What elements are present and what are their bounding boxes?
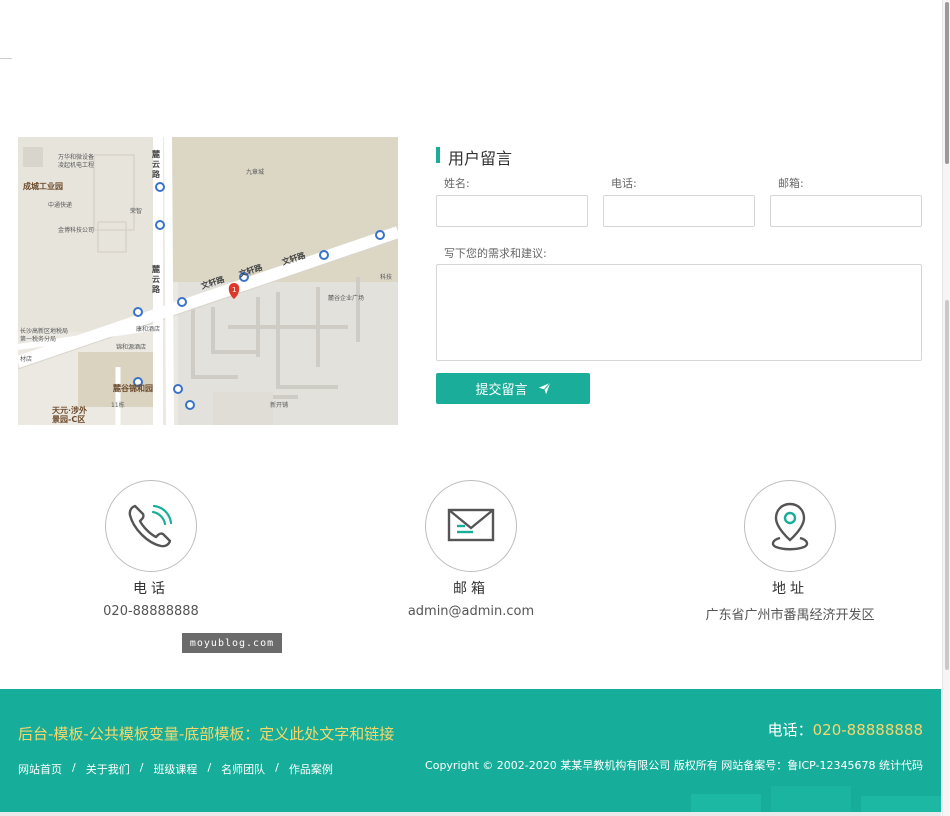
map-poi-label: 凌起机电工程 xyxy=(58,161,94,169)
map-area-label: 天元·涉外 xyxy=(52,405,87,415)
map-road-label: 麓 xyxy=(151,149,161,159)
footer-nav-separator: / xyxy=(207,761,212,774)
footer-nav-separator: / xyxy=(275,761,279,774)
map-poi-label: 第一税务分局 xyxy=(20,335,56,343)
map-poi-label: 麓谷企业广场 xyxy=(328,294,364,302)
map-road-label: 云 xyxy=(152,275,160,284)
footer-nav-separator: / xyxy=(139,761,144,774)
message-form: SAGE 用户留言 姓名: 电话: 邮箱: 写下您的需求和建议: 提交留言 xyxy=(436,137,922,404)
message-textarea[interactable] xyxy=(436,264,922,361)
footer-phone-number: 020-88888888 xyxy=(812,721,923,739)
name-label: 姓名: xyxy=(444,177,470,190)
contact-email-title: 邮箱 xyxy=(453,581,489,597)
contact-address-value: 广东省广州市番禺经济开发区 xyxy=(705,608,875,623)
mail-icon xyxy=(447,508,495,542)
map-poi-label: 11栋 xyxy=(111,401,125,409)
map-area-label: 麓谷锦和园 xyxy=(112,383,153,393)
send-icon xyxy=(538,382,551,395)
footer: 后台-模板-公共模板变量-底部模板：定义此处文字和链接 网站首页 / 关于我们 … xyxy=(0,689,941,816)
footer-link-courses[interactable]: 班级课程 xyxy=(153,761,197,777)
email-label: 邮箱: xyxy=(778,177,804,190)
contact-email-circle xyxy=(425,480,517,572)
footer-copyright: Copyright © 2002-2020 某某早教机构有限公司 版权所有 网站… xyxy=(425,759,923,772)
form-header: SAGE 用户留言 xyxy=(436,137,922,170)
map-marker-label: 1 xyxy=(232,286,236,294)
map-road-label: 路 xyxy=(152,169,161,179)
map-road-label: 云 xyxy=(152,160,160,169)
form-title: 用户留言 xyxy=(448,149,513,168)
footer-tagline[interactable]: 后台-模板-公共模板变量-底部模板：定义此处文字和链接 xyxy=(18,723,394,744)
phone-field[interactable] xyxy=(603,195,755,227)
submit-button[interactable]: 提交留言 xyxy=(436,373,590,404)
footer-link-home[interactable]: 网站首页 xyxy=(18,761,62,777)
contact-address: 地址 广东省广州市番禺经济开发区 xyxy=(670,480,910,623)
footer-nav: 网站首页 / 关于我们 / 班级课程 / 名师团队 / 作品案例 xyxy=(18,761,333,777)
message-label: 写下您的需求和建议: xyxy=(444,247,547,260)
bottom-divider xyxy=(0,812,941,816)
page-scrollbar[interactable] xyxy=(942,0,950,816)
map-canvas: 1 万华和微设备 凌起机电工程 中通快递 金博科技公司 荣智 麓谷企业广场 康和… xyxy=(18,137,398,425)
footer-phone-label: 电话： xyxy=(767,721,813,739)
map-poi-label: 材店 xyxy=(20,355,32,363)
footer-link-works[interactable]: 作品案例 xyxy=(289,761,333,777)
map-area-label: 景园-C区 xyxy=(52,414,85,424)
contact-email: 邮箱 admin@admin.com xyxy=(351,480,591,619)
accent-bar xyxy=(436,147,440,163)
contact-phone-title: 电话 xyxy=(133,581,169,597)
divider xyxy=(0,58,12,59)
map-area-label: 成城工业园 xyxy=(23,181,63,191)
map-poi-label: 锦和源酒店 xyxy=(116,343,146,351)
contact-phone: 电话 020-88888888 xyxy=(31,480,271,619)
map-poi-label: 九章城 xyxy=(246,168,264,176)
scrollbar-track-highlight xyxy=(945,300,949,670)
contact-email-value: admin@admin.com xyxy=(407,604,535,619)
footer-phone: 电话：020-88888888 xyxy=(768,719,923,740)
watermark: moyublog.com xyxy=(182,633,282,653)
submit-label: 提交留言 xyxy=(475,383,528,398)
contact-phone-value: 020-88888888 xyxy=(103,604,199,619)
name-field[interactable] xyxy=(436,195,588,227)
map-road-label: 麓 xyxy=(151,264,161,274)
email-field[interactable] xyxy=(770,195,922,227)
footer-nav-separator: / xyxy=(72,761,76,774)
location-pin-icon xyxy=(771,502,809,551)
map-poi-label: 金博科技公司 xyxy=(58,226,94,234)
map-poi-label: 荣智 xyxy=(130,207,142,215)
scrollbar-thumb[interactable] xyxy=(945,2,949,164)
phone-icon xyxy=(128,504,173,548)
contact-address-title: 地址 xyxy=(772,581,808,597)
phone-label: 电话: xyxy=(611,177,637,190)
contact-phone-circle xyxy=(105,480,197,572)
map-poi-label: 万华和微设备 xyxy=(58,153,94,161)
map-poi-label: 新开铺 xyxy=(270,401,288,409)
location-map[interactable]: 1 万华和微设备 凌起机电工程 中通快递 金博科技公司 荣智 麓谷企业广场 康和… xyxy=(18,137,398,425)
map-poi-label: 中通快递 xyxy=(48,201,72,209)
footer-link-about[interactable]: 关于我们 xyxy=(86,761,130,777)
books-decoration xyxy=(691,786,941,816)
map-poi-label: 康和酒店 xyxy=(136,325,160,333)
map-poi-label: 长沙高新区地税局 xyxy=(20,327,68,335)
map-road-label: 路 xyxy=(152,284,161,294)
contact-address-circle xyxy=(744,480,836,572)
map-poi-label: 科技 xyxy=(380,273,392,281)
footer-link-teachers[interactable]: 名师团队 xyxy=(221,761,265,777)
